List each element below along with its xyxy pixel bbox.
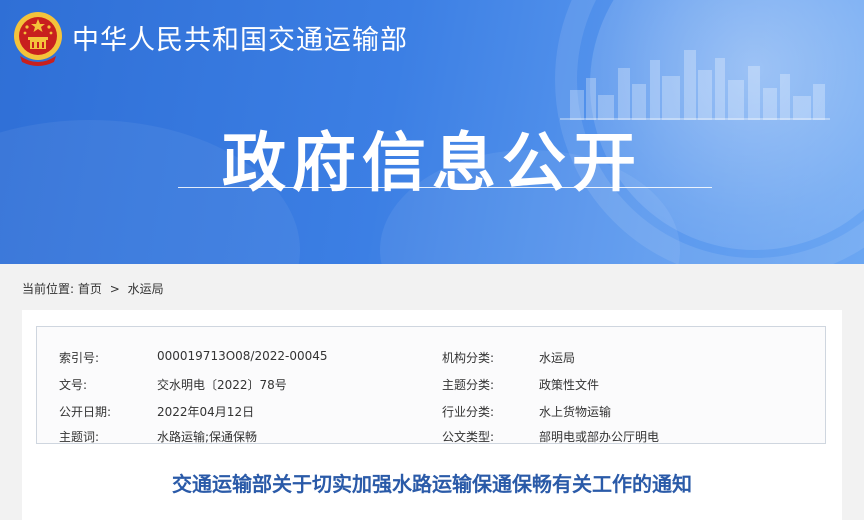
metadata-label: 公文类型: [442,430,495,444]
metadata-value: 交水明电〔2022〕78号 [157,378,287,392]
metadata-label: 文号: [59,378,88,392]
metadata-value: 水上货物运输 [539,405,612,419]
metadata-value: 水运局 [539,351,576,365]
metadata-table: 索引号: 000019713O08/2022-00045 机构分类: 水运局 文… [36,326,826,444]
breadcrumb-separator: > [109,282,120,296]
header-banner: 中华人民共和国交通运输部 政府信息公开 [0,0,864,264]
metadata-row: 索引号: 000019713O08/2022-00045 机构分类: 水运局 [37,344,825,370]
national-emblem-icon [14,12,62,66]
metadata-label: 行业分类: [442,405,495,419]
metadata-row: 文号: 交水明电〔2022〕78号 主题分类: 政策性文件 [37,371,825,397]
metadata-label: 机构分类: [442,351,495,365]
metadata-value: 部明电或部办公厅明电 [539,430,660,444]
metadata-value: 000019713O08/2022-00045 [157,349,328,363]
metadata-label: 索引号: [59,351,100,365]
title-divider [178,187,712,188]
metadata-label: 公开日期: [59,405,112,419]
metadata-value: 政策性文件 [539,378,600,392]
content-panel: 索引号: 000019713O08/2022-00045 机构分类: 水运局 文… [22,310,842,520]
metadata-label: 主题分类: [442,378,495,392]
city-skyline-icon [560,50,830,120]
metadata-value: 2022年04月12日 [157,405,255,419]
metadata-value: 水路运输;保通保畅 [157,430,258,444]
breadcrumb-label: 当前位置: [22,282,75,296]
metadata-label: 主题词: [59,430,100,444]
document-title: 交通运输部关于切实加强水路运输保通保畅有关工作的通知 [172,472,692,496]
breadcrumb-current-link[interactable]: 水运局 [128,282,164,296]
breadcrumb: 当前位置: 首页 > 水运局 [22,280,164,297]
metadata-row: 主题词: 水路运输;保通保畅 公文类型: 部明电或部办公厅明电 [37,423,825,449]
portal-title: 政府信息公开 [222,126,642,201]
breadcrumb-home-link[interactable]: 首页 [78,282,102,296]
ministry-name[interactable]: 中华人民共和国交通运输部 [72,18,408,57]
metadata-row: 公开日期: 2022年04月12日 行业分类: 水上货物运输 [37,398,825,424]
